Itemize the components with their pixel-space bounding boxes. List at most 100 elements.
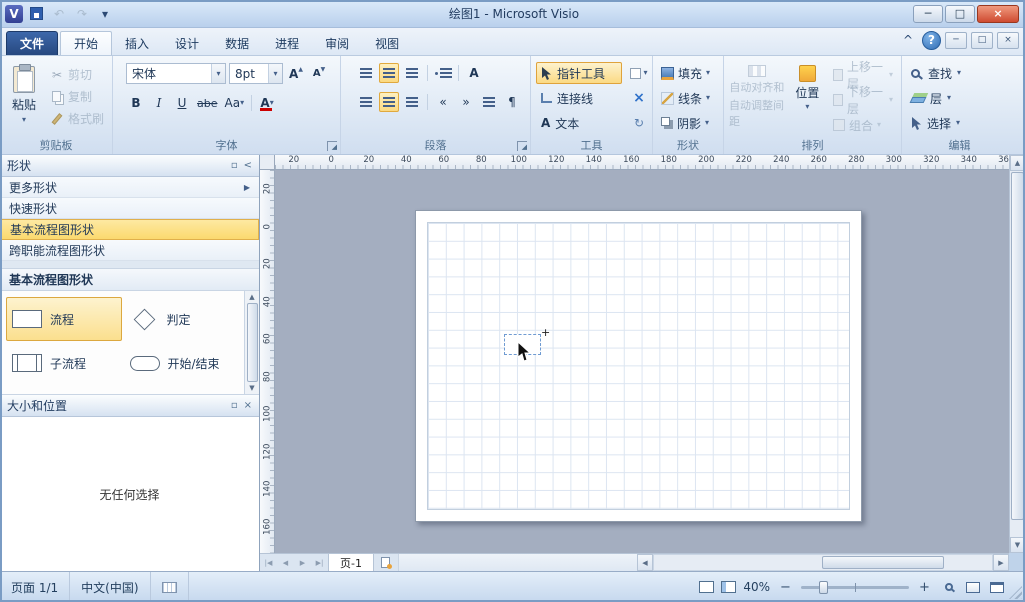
position-button[interactable]: 位置 ▾ bbox=[789, 62, 826, 136]
zoom-dialog-button[interactable] bbox=[940, 579, 957, 596]
redo-button[interactable]: ↷ bbox=[72, 4, 92, 24]
scroll-down-button[interactable]: ▼ bbox=[1010, 537, 1025, 553]
help-button[interactable]: ? bbox=[922, 31, 941, 50]
scroll-up-button[interactable]: ▲ bbox=[1010, 155, 1025, 171]
maximize-button[interactable]: □ bbox=[945, 5, 975, 23]
select-button[interactable]: 选择 ▾ bbox=[907, 112, 1012, 134]
auto-align-space-button[interactable]: 自动对齐和 自动调整间距 bbox=[729, 62, 785, 136]
normal-view-icon[interactable] bbox=[699, 581, 714, 593]
horizontal-scroll-track[interactable] bbox=[653, 554, 993, 571]
page-indicator[interactable]: 页面 1/1 bbox=[0, 572, 70, 602]
line-spacing-button[interactable] bbox=[479, 92, 499, 112]
tab-file[interactable]: 文件 bbox=[6, 31, 58, 55]
tab-view[interactable]: 视图 bbox=[362, 31, 412, 55]
font-color-button[interactable]: A▾ bbox=[257, 93, 277, 113]
panel-float-icon[interactable]: ▫ bbox=[231, 160, 238, 171]
align-top-button[interactable] bbox=[356, 63, 376, 83]
cut-button[interactable]: ✂ 剪切 bbox=[47, 64, 107, 85]
doc-minimize-button[interactable]: ─ bbox=[945, 32, 967, 49]
increase-indent-button[interactable]: » bbox=[456, 92, 476, 112]
grow-font-button[interactable]: A▲ bbox=[286, 64, 306, 84]
send-backward-button[interactable]: 下移一层 ▾ bbox=[830, 89, 896, 111]
shape-scroll-up-icon[interactable]: ▲ bbox=[249, 293, 254, 301]
tab-process[interactable]: 进程 bbox=[262, 31, 312, 55]
shape-list-scrollbar[interactable]: ▲ ▼ bbox=[244, 291, 259, 394]
change-case-button[interactable]: Aa▾ bbox=[223, 93, 247, 113]
tab-insert[interactable]: 插入 bbox=[112, 31, 162, 55]
decrease-indent-button[interactable]: « bbox=[433, 92, 453, 112]
shape-item-decision[interactable]: 判定 bbox=[124, 297, 240, 341]
connector-tool-button[interactable]: 连接线 bbox=[536, 87, 622, 109]
group-button[interactable]: 组合 ▾ bbox=[830, 114, 896, 136]
align-bottom-button[interactable] bbox=[402, 63, 422, 83]
copy-button[interactable]: 复制 bbox=[47, 86, 107, 107]
shape-item-process[interactable]: 流程 bbox=[6, 297, 122, 341]
paragraph-mark-button[interactable]: ¶ bbox=[502, 92, 522, 112]
shadow-button[interactable]: 阴影 ▾ bbox=[658, 112, 716, 134]
panel-collapse-icon[interactable]: < bbox=[244, 160, 252, 171]
bullets-button[interactable] bbox=[433, 63, 453, 83]
visio-app-icon[interactable]: V bbox=[5, 5, 23, 23]
ribbon-collapse-button[interactable]: ^ bbox=[898, 30, 918, 50]
basic-flowchart-stencil-row[interactable]: 基本流程图形状 bbox=[0, 219, 259, 240]
close-button[interactable]: × bbox=[977, 5, 1019, 23]
more-shapes-row[interactable]: 更多形状 ▶ bbox=[0, 177, 259, 198]
text-tool-button[interactable]: A 文本 bbox=[536, 112, 622, 134]
insert-page-button[interactable] bbox=[374, 554, 398, 571]
doc-restore-button[interactable]: □ bbox=[971, 32, 993, 49]
fit-page-button[interactable] bbox=[964, 579, 981, 596]
minimize-button[interactable]: ─ bbox=[913, 5, 943, 23]
zoom-out-button[interactable]: − bbox=[777, 579, 794, 596]
fill-button[interactable]: 填充 ▾ bbox=[658, 62, 716, 84]
font-size-combo[interactable]: 8pt ▾ bbox=[229, 63, 283, 84]
tab-design[interactable]: 设计 bbox=[162, 31, 212, 55]
align-middle-button[interactable] bbox=[379, 63, 399, 83]
line-button[interactable]: 线条 ▾ bbox=[658, 87, 716, 109]
format-painter-button[interactable]: 格式刷 bbox=[47, 108, 107, 129]
doc-close-button[interactable]: × bbox=[997, 32, 1019, 49]
horizontal-scrollbar[interactable]: ◀ ▶ bbox=[637, 554, 1009, 571]
drawing-viewport[interactable]: + bbox=[275, 170, 1009, 553]
last-page-button[interactable]: ▶| bbox=[311, 554, 328, 571]
zoom-slider-thumb[interactable] bbox=[819, 581, 828, 594]
pointer-tool-button[interactable]: 指针工具 bbox=[536, 62, 622, 84]
bold-button[interactable]: B bbox=[126, 93, 146, 113]
scroll-right-button[interactable]: ▶ bbox=[993, 554, 1009, 571]
paragraph-dialog-launcher[interactable]: ◢ bbox=[517, 141, 527, 151]
align-right-button[interactable] bbox=[402, 92, 422, 112]
fit-window-button[interactable] bbox=[988, 579, 1005, 596]
tab-review[interactable]: 审阅 bbox=[312, 31, 362, 55]
size-position-float-icon[interactable]: ▫ bbox=[231, 400, 238, 411]
zoom-in-button[interactable]: + bbox=[916, 579, 933, 596]
shrink-font-button[interactable]: A▼ bbox=[309, 64, 329, 84]
vertical-scrollbar[interactable]: ▲ ▼ bbox=[1009, 155, 1025, 553]
qat-customize-button[interactable]: ▾ bbox=[95, 4, 115, 24]
tool-style-picker[interactable]: ▾ bbox=[625, 62, 653, 84]
tab-data[interactable]: 数据 bbox=[212, 31, 262, 55]
text-direction-button[interactable]: A bbox=[464, 63, 484, 83]
first-page-button[interactable]: |◀ bbox=[260, 554, 277, 571]
strikethrough-button[interactable]: abe bbox=[195, 93, 220, 113]
undo-button[interactable]: ↶ bbox=[49, 4, 69, 24]
layers-button[interactable]: 层 ▾ bbox=[907, 87, 1012, 109]
align-left-button[interactable] bbox=[356, 92, 376, 112]
font-name-combo[interactable]: 宋体 ▾ bbox=[126, 63, 226, 84]
shape-scroll-down-icon[interactable]: ▼ bbox=[249, 384, 254, 392]
shape-item-terminator[interactable]: 开始/结束 bbox=[124, 341, 240, 385]
scroll-left-button[interactable]: ◀ bbox=[637, 554, 653, 571]
horizontal-scroll-thumb[interactable] bbox=[822, 556, 944, 569]
language-indicator[interactable]: 中文(中国) bbox=[70, 572, 150, 602]
next-page-button[interactable]: ▶ bbox=[294, 554, 311, 571]
zoom-slider[interactable] bbox=[801, 586, 909, 589]
zoom-level-text[interactable]: 40% bbox=[743, 580, 770, 594]
cross-functional-stencil-row[interactable]: 跨职能流程图形状 bbox=[0, 240, 259, 261]
align-center-button[interactable] bbox=[379, 92, 399, 112]
size-position-close-icon[interactable]: × bbox=[244, 400, 252, 411]
vertical-scroll-thumb[interactable] bbox=[1011, 172, 1024, 520]
macro-indicator[interactable] bbox=[151, 572, 189, 602]
connection-point-tool-button[interactable]: × bbox=[625, 87, 653, 109]
underline-button[interactable]: U bbox=[172, 93, 192, 113]
shape-item-subprocess[interactable]: 子流程 bbox=[6, 341, 122, 385]
save-button[interactable] bbox=[26, 4, 46, 24]
previous-page-button[interactable]: ◀ bbox=[277, 554, 294, 571]
